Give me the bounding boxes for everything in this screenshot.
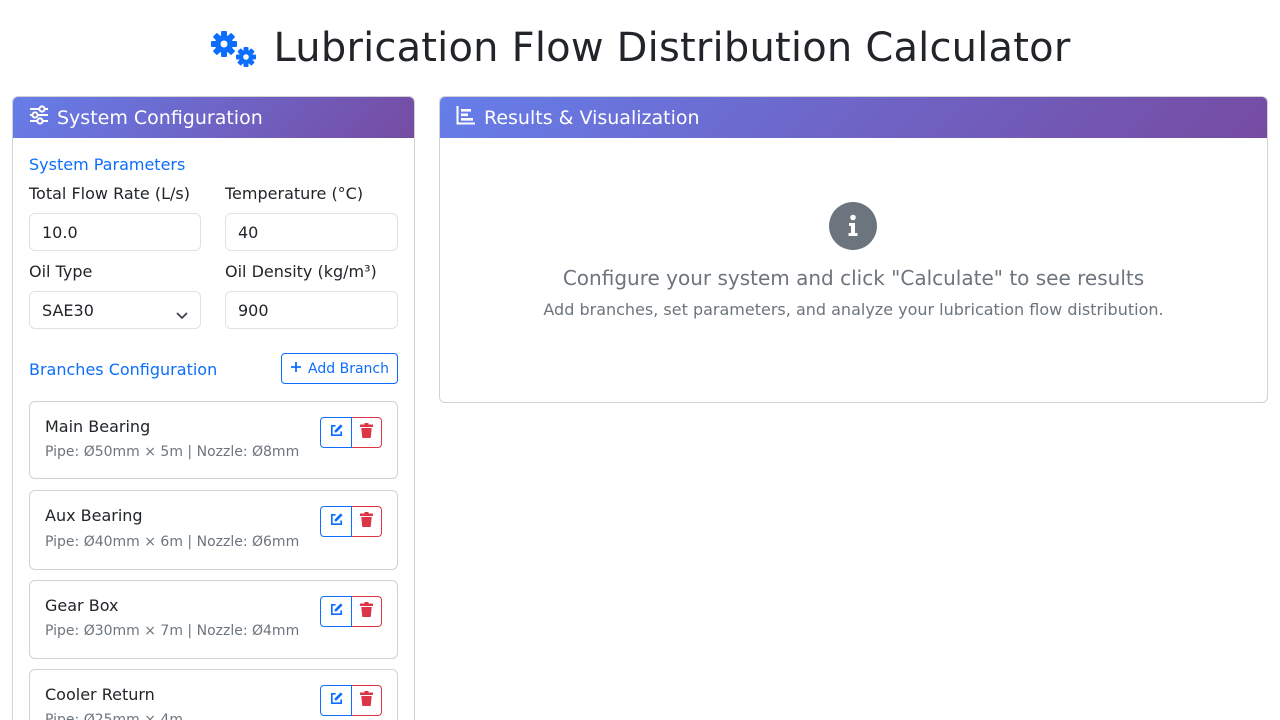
page-title-text: Lubrication Flow Distribution Calculator [273,25,1071,71]
branch-detail: Pipe: Ø30mm × 7m | Nozzle: Ø4mm [45,623,300,639]
branch-name: Aux Bearing [45,506,143,525]
branch-name: Gear Box [45,596,119,615]
branch-detail: Pipe: Ø40mm × 6m | Nozzle: Ø6mm [45,534,300,550]
temperature-label: Temperature (°C) [225,184,364,203]
edit-branch-button[interactable] [320,506,352,537]
delete-branch-button[interactable] [352,417,382,448]
delete-branch-button[interactable] [352,596,382,627]
total-flow-label: Total Flow Rate (L/s) [29,184,190,203]
delete-branch-button[interactable] [352,506,382,537]
trash-icon [360,512,373,531]
branch-card: Aux Bearing Pipe: Ø40mm × 6m | Nozzle: Ø… [29,490,398,570]
empty-state-title: Configure your system and click "Calcula… [562,266,1145,290]
branch-actions [320,596,382,627]
cogs-icon [210,28,260,68]
empty-state-subtitle: Add branches, set parameters, and analyz… [543,300,1164,319]
branch-detail: Pipe: Ø25mm × 4m [45,712,183,720]
edit-icon [329,691,344,710]
branch-detail: Pipe: Ø50mm × 5m | Nozzle: Ø8mm [45,444,300,460]
plus-icon [290,361,302,377]
results-card-header: Results & Visualization [440,97,1267,138]
page-title: Lubrication Flow Distribution Calculator [0,24,1280,72]
edit-branch-button[interactable] [320,596,352,627]
add-branch-button[interactable]: Add Branch [281,353,398,384]
edit-icon [329,512,344,531]
edit-icon [329,602,344,621]
branch-actions [320,685,382,716]
branch-card: Main Bearing Pipe: Ø50mm × 5m | Nozzle: … [29,401,398,479]
trash-icon [360,423,373,442]
add-branch-label: Add Branch [308,360,389,377]
branch-card: Cooler Return Pipe: Ø25mm × 4m [29,669,398,720]
config-card-header: System Configuration [13,97,414,138]
trash-icon [360,691,373,710]
oil-density-label: Oil Density (kg/m³) [225,262,377,281]
chart-bar-icon [456,105,476,130]
branch-name: Main Bearing [45,417,151,436]
branches-configuration-label: Branches Configuration [29,360,218,379]
oil-density-input[interactable]: 900 [225,291,398,329]
temperature-input[interactable]: 40 [225,213,398,251]
edit-branch-button[interactable] [320,685,352,716]
sliders-icon [29,105,49,130]
results-panel: Results & Visualization Configure your s… [439,96,1268,403]
edit-branch-button[interactable] [320,417,352,448]
branch-card: Gear Box Pipe: Ø30mm × 7m | Nozzle: Ø4mm [29,580,398,659]
branch-actions [320,506,382,537]
chevron-down-icon [176,305,188,324]
config-card-title: System Configuration [57,106,263,129]
branch-name: Cooler Return [45,685,155,704]
edit-icon [329,423,344,442]
delete-branch-button[interactable] [352,685,382,716]
oil-type-select[interactable]: SAE30 [29,291,201,329]
branch-actions [320,417,382,448]
info-icon [829,202,877,250]
system-configuration-panel: System Configuration System Parameters T… [12,96,415,720]
oil-type-label: Oil Type [29,262,93,281]
trash-icon [360,602,373,621]
total-flow-input[interactable]: 10.0 [29,213,201,251]
system-parameters-label: System Parameters [29,155,186,174]
results-card-title: Results & Visualization [484,106,700,129]
oil-type-selected: SAE30 [42,300,94,320]
